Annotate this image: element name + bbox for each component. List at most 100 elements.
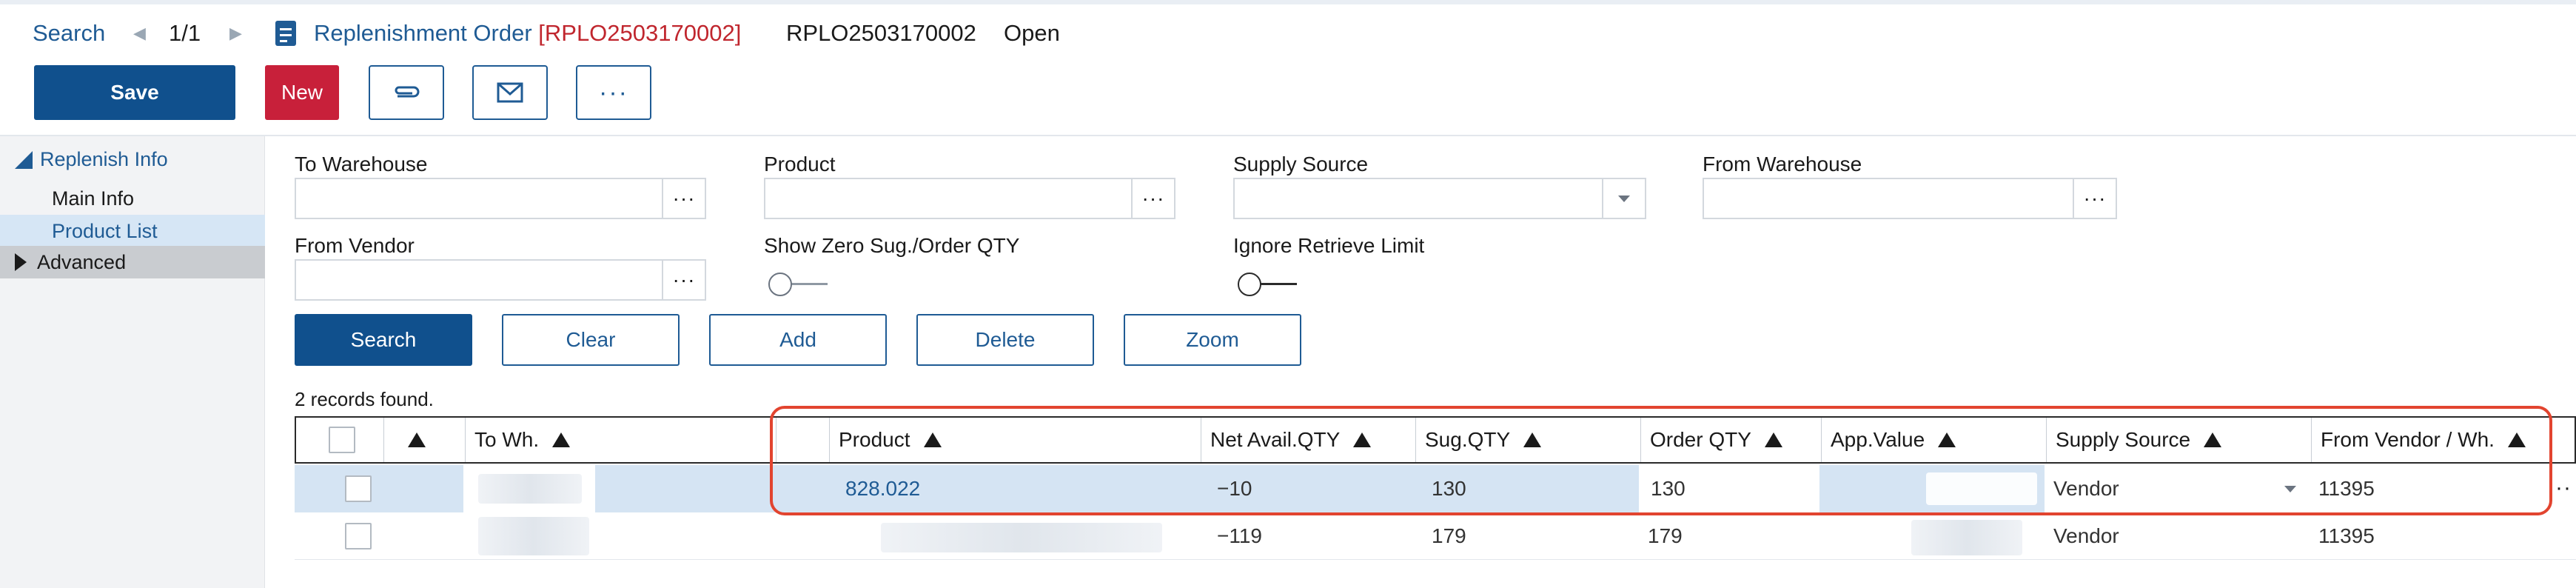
page-title: Replenishment Order [RPLO2503170002]	[314, 20, 741, 47]
supply-source-value: Vendor	[2053, 477, 2119, 500]
column-header-blank	[776, 418, 829, 462]
show-zero-toggle[interactable]	[768, 273, 828, 296]
column-header-label: Sug.QTY	[1425, 428, 1511, 451]
sort-asc-icon	[2204, 432, 2222, 447]
from-vendor-value: 11395	[2318, 477, 2375, 500]
select-all-checkbox[interactable]	[329, 427, 355, 453]
row-checkbox-cell	[336, 512, 372, 560]
attach-button[interactable]	[369, 65, 444, 120]
column-header-net-avail-qty[interactable]: Net Avail.QTY	[1201, 418, 1415, 462]
ignore-limit-toggle[interactable]	[1238, 273, 1297, 296]
supply-source-select[interactable]	[1233, 178, 1646, 219]
column-header-label: To Wh.	[474, 428, 540, 451]
product-grid: To Wh. Product Net Avail.QTY Sug.QTY Ord…	[295, 416, 2576, 588]
column-header-label: Supply Source	[2056, 428, 2191, 451]
sidebar: Replenish Info Main Info Product List Ad…	[0, 136, 265, 588]
page-title-text: Replenishment Order	[314, 20, 532, 46]
top-strip	[0, 0, 2576, 4]
row-checkbox-cell	[336, 465, 372, 512]
delete-button[interactable]: Delete	[916, 314, 1094, 366]
product-cell[interactable]: 828.022	[836, 465, 920, 512]
supply-source-label: Supply Source	[1233, 153, 1369, 176]
column-header-label: From Vendor / Wh.	[2321, 428, 2495, 451]
product-cell[interactable]	[807, 512, 1162, 560]
sidebar-group-replenish-info[interactable]: Replenish Info	[15, 148, 168, 171]
next-record-icon[interactable]: ▶	[229, 24, 242, 43]
sort-asc-icon	[1523, 432, 1542, 447]
status-text: Open	[1004, 20, 1060, 46]
from-vendor-lookup-button[interactable]: ···	[662, 261, 705, 299]
save-button[interactable]: Save	[34, 65, 235, 120]
from-vendor-field[interactable]: ···	[295, 259, 706, 301]
records-count: 2 records found.	[295, 388, 434, 410]
sidebar-item-product-list[interactable]: Product List	[0, 215, 265, 247]
app-value-cell	[1911, 512, 2037, 560]
new-button[interactable]: New	[265, 65, 339, 120]
from-warehouse-lookup-button[interactable]: ···	[2073, 179, 2116, 218]
column-header-label: Order QTY	[1650, 428, 1751, 451]
to-warehouse-field[interactable]: ···	[295, 178, 706, 219]
column-header-sug-qty[interactable]: Sug.QTY	[1415, 418, 1640, 462]
collapsed-triangle-icon	[15, 253, 27, 271]
table-row[interactable]: 828.022 −10 130 130 Vendor 11395 ···	[295, 465, 2576, 512]
to-warehouse-lookup-button[interactable]: ···	[662, 179, 705, 218]
prev-record-icon[interactable]: ◀	[133, 24, 146, 43]
divider	[0, 135, 2576, 136]
obscured-content	[1926, 472, 2037, 505]
row-checkbox[interactable]	[345, 523, 372, 549]
from-vendor-cell[interactable]: 11395 ···	[2310, 465, 2576, 512]
supply-source-cell-select[interactable]: Vendor	[2045, 465, 2310, 512]
search-link[interactable]: Search	[33, 20, 105, 47]
column-header-app-value[interactable]: App.Value	[1821, 418, 2046, 462]
page-title-code: [RPLO2503170002]	[538, 20, 742, 46]
app-value-cell	[1911, 465, 2037, 512]
to-wh-cell	[463, 512, 595, 560]
sort-asc-icon	[408, 432, 426, 447]
sidebar-item-main-info[interactable]: Main Info	[0, 182, 265, 215]
column-header-product[interactable]: Product	[829, 418, 1201, 462]
select-all-cell	[296, 418, 383, 462]
chevron-down-icon	[1618, 195, 1630, 202]
column-header-order-qty[interactable]: Order QTY	[1640, 418, 1821, 462]
column-header-supply-source[interactable]: Supply Source	[2046, 418, 2311, 462]
obscured-content	[1911, 520, 2022, 555]
toggle-knob	[768, 273, 792, 296]
column-header-from-vendor[interactable]: From Vendor / Wh.	[2311, 418, 2575, 462]
row-checkbox[interactable]	[345, 475, 372, 502]
envelope-icon	[497, 82, 523, 103]
product-field[interactable]: ···	[764, 178, 1175, 219]
order-qty-cell: 179	[1648, 524, 1683, 547]
to-wh-cell	[463, 465, 595, 512]
column-header-label: Net Avail.QTY	[1210, 428, 1341, 451]
sort-asc-icon	[2507, 432, 2526, 447]
add-button[interactable]: Add	[709, 314, 887, 366]
obscured-content	[478, 517, 589, 555]
obscured-content	[881, 523, 1162, 552]
sidebar-group-label: Replenish Info	[40, 148, 168, 170]
column-header-sort[interactable]	[383, 418, 465, 462]
net-avail-qty-cell: −10	[1217, 477, 1252, 500]
from-warehouse-field[interactable]: ···	[1703, 178, 2117, 219]
mail-button[interactable]	[472, 65, 548, 120]
zoom-button[interactable]: Zoom	[1124, 314, 1301, 366]
obscured-content	[478, 474, 582, 504]
supply-source-dropdown-button[interactable]	[1602, 179, 1645, 218]
sort-asc-icon	[552, 432, 571, 447]
column-header-label: Product	[839, 428, 910, 451]
row-more-button[interactable]: ···	[2547, 475, 2572, 501]
from-warehouse-label: From Warehouse	[1703, 153, 1862, 176]
net-avail-qty-cell: −119	[1217, 524, 1262, 547]
sort-asc-icon	[1938, 432, 1956, 447]
clear-button[interactable]: Clear	[502, 314, 680, 366]
sidebar-item-advanced[interactable]: Advanced	[0, 246, 265, 278]
more-actions-button[interactable]: ···	[576, 65, 651, 120]
grid-header: To Wh. Product Net Avail.QTY Sug.QTY Ord…	[295, 416, 2576, 464]
column-header-to-wh[interactable]: To Wh.	[465, 418, 776, 462]
supply-source-cell: Vendor	[2053, 524, 2119, 547]
table-row[interactable]: −119 179 179 Vendor 11395	[295, 512, 2576, 560]
order-qty-input[interactable]: 130	[1639, 465, 1819, 512]
product-lookup-button[interactable]: ···	[1131, 179, 1174, 218]
search-button[interactable]: Search	[295, 314, 472, 366]
paperclip-icon	[395, 86, 420, 98]
sug-qty-cell: 179	[1432, 524, 1466, 547]
